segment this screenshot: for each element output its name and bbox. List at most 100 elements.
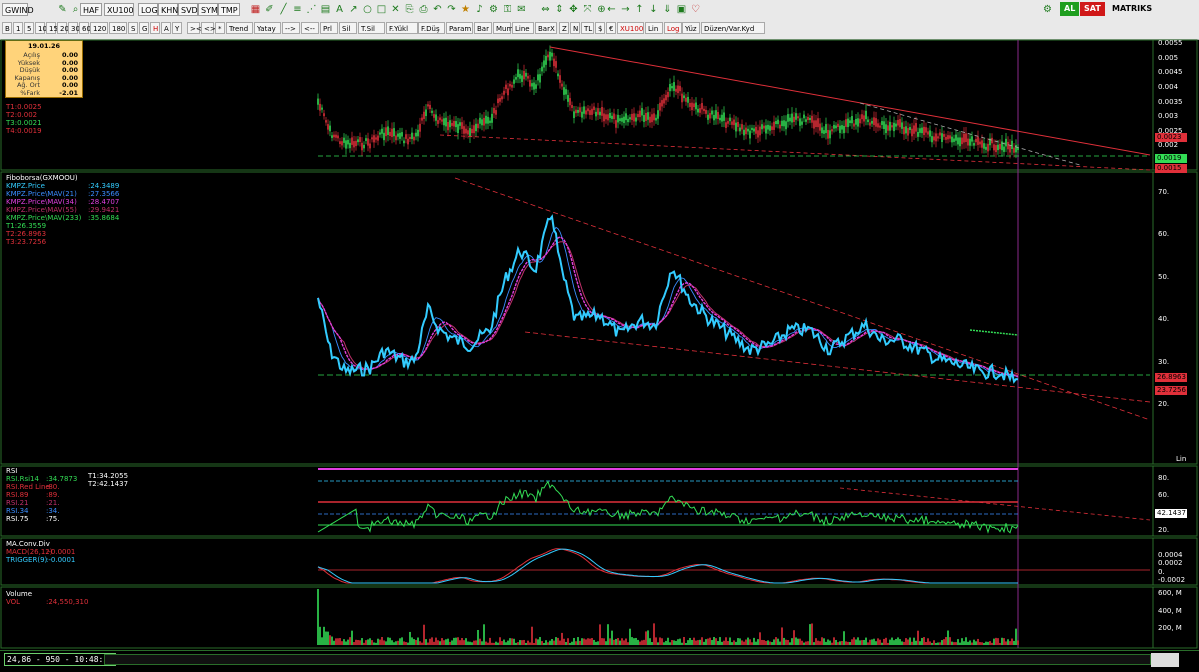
candle-body <box>843 125 845 134</box>
panel4-legend-value: :-0.0001 <box>46 556 76 564</box>
volume-bar <box>587 638 589 645</box>
volume-bar <box>781 627 783 645</box>
candle-body <box>1005 138 1007 147</box>
candle-body <box>579 107 581 113</box>
candle-body <box>837 123 839 128</box>
panel2-legend-name: KMPZ.Price\MAV(55) <box>6 206 77 214</box>
candle-body <box>875 118 877 127</box>
candle-body <box>563 87 565 95</box>
candle-body <box>767 124 769 130</box>
volume-bar <box>421 642 423 645</box>
candle-body <box>887 125 889 131</box>
candle-body <box>769 125 771 131</box>
volume-bar <box>649 638 651 645</box>
price-t4-label: T4:0.0019 <box>6 127 42 135</box>
candle-body <box>697 108 699 113</box>
volume-bar <box>755 641 757 645</box>
panel3-legend-value: :34. <box>46 507 60 515</box>
candle-body <box>775 121 777 125</box>
volume-bar <box>1005 641 1007 645</box>
panel1-axis-label: 0.002 <box>1158 141 1179 150</box>
volume-bar <box>825 641 827 645</box>
candle-body <box>531 83 533 87</box>
panel5-legend-value: :24,550,310 <box>46 598 89 606</box>
volume-bar <box>827 639 829 645</box>
candle-body <box>849 120 851 124</box>
volume-bar <box>667 637 669 645</box>
panel3-legend-value: :89. <box>46 491 60 499</box>
candle-body <box>993 144 995 151</box>
panel3-legend-value: :34.7873 <box>46 475 78 483</box>
volume-bar <box>333 640 335 645</box>
volume-bar <box>437 640 439 645</box>
candle-body <box>687 96 689 103</box>
panel2-legend-name: KMPZ.Price\MAV(21) <box>6 190 77 198</box>
time-scrollbar[interactable] <box>104 654 1151 665</box>
candle-body <box>727 121 729 124</box>
panel3-legend-value: :80. <box>46 483 60 491</box>
volume-bar <box>503 639 505 645</box>
panel2-axis-label: 70. <box>1158 188 1170 196</box>
volume-bar <box>731 642 733 645</box>
panel2-legend-value: :28.4707 <box>88 198 120 206</box>
candle-body <box>783 120 785 127</box>
candle-body <box>651 114 653 123</box>
volume-bar <box>833 637 835 645</box>
volume-bar <box>685 642 687 645</box>
candle-body <box>589 110 591 115</box>
volume-bar <box>543 642 545 645</box>
candle-body <box>529 80 531 87</box>
panel3-axis-label: 60. <box>1158 491 1170 500</box>
volume-bar <box>463 640 465 645</box>
volume-bar <box>919 641 921 645</box>
volume-bar <box>657 642 659 645</box>
volume-bar <box>531 626 533 645</box>
candle-body <box>605 114 607 120</box>
candle-body <box>861 114 863 120</box>
candle-body <box>349 142 351 149</box>
candle-body <box>419 123 421 132</box>
volume-bar <box>661 638 663 645</box>
volume-bar <box>951 641 953 645</box>
volume-bar <box>633 638 635 645</box>
volume-bar <box>625 638 627 645</box>
candle-body <box>883 121 885 129</box>
volume-bar <box>321 637 323 645</box>
volume-bar <box>841 640 843 645</box>
volume-bar <box>843 631 845 645</box>
volume-bar <box>773 639 775 645</box>
volume-bar <box>491 642 493 645</box>
volume-bar <box>745 639 747 645</box>
candle-body <box>977 136 979 145</box>
candle-body <box>471 128 473 134</box>
volume-bar <box>621 638 623 645</box>
candle-body <box>725 122 727 128</box>
candle-body <box>631 113 633 120</box>
volume-bar <box>325 631 327 645</box>
candle-body <box>553 58 555 67</box>
candle-body <box>423 111 425 119</box>
candle-body <box>347 139 349 145</box>
panel5-axis-label: 600, M <box>1158 589 1182 597</box>
volume-bar <box>619 640 621 645</box>
candle-body <box>469 128 471 137</box>
volume-bar <box>729 637 731 645</box>
volume-bar <box>821 637 823 645</box>
candle-body <box>587 108 589 112</box>
panel4-axis-label: 0. <box>1158 567 1165 576</box>
scroll-thumb[interactable] <box>1151 653 1179 667</box>
candle-body <box>797 116 799 119</box>
volume-bar <box>817 640 819 645</box>
volume-bar <box>993 638 995 645</box>
rsi-t1-label: T1:34.2055 <box>88 472 129 480</box>
candle-body <box>633 113 635 122</box>
chart-canvas[interactable] <box>0 0 1199 671</box>
volume-bar <box>477 629 479 645</box>
volume-bar <box>451 640 453 645</box>
volume-bar <box>553 640 555 645</box>
candle-body <box>501 96 503 100</box>
candle-body <box>483 117 485 126</box>
volume-bar <box>377 638 379 645</box>
candle-body <box>463 126 465 134</box>
volume-bar <box>571 641 573 645</box>
